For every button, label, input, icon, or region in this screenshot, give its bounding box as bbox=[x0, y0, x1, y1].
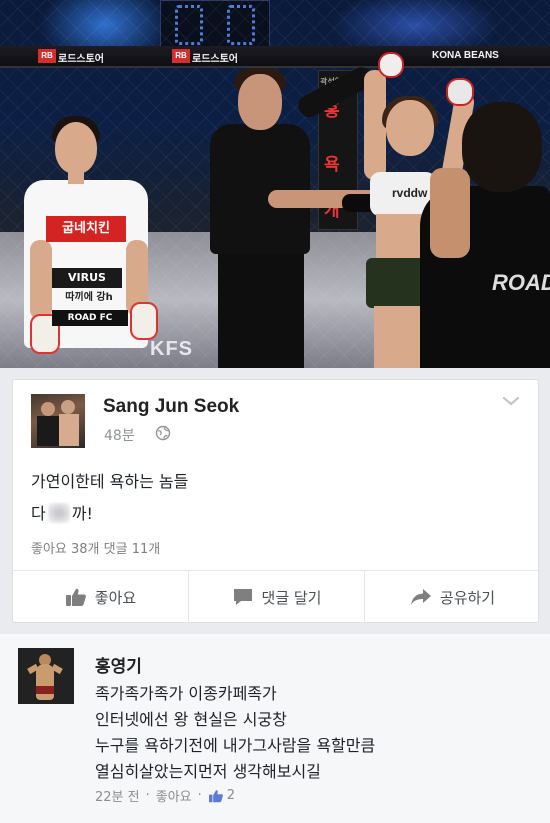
comment-label: 댓글 달기 bbox=[261, 588, 322, 607]
commenter-name[interactable]: 홍영기 bbox=[95, 652, 142, 677]
poster-name[interactable]: Sang Jun Seok bbox=[103, 396, 239, 418]
commenter-avatar[interactable] bbox=[18, 648, 74, 704]
fighter-left-neck bbox=[68, 170, 84, 184]
comment-button[interactable]: 댓글 달기 bbox=[189, 571, 365, 623]
thumbs-up-icon bbox=[208, 789, 223, 802]
top-sponsor: rvddw bbox=[392, 186, 428, 200]
comment-text-line: 족가족가족가 이종카페족가 bbox=[95, 684, 277, 703]
shirt-sponsor: 굽네치킨 bbox=[46, 216, 126, 242]
post-text-line: 가연이한테 욕하는 놈들 bbox=[31, 472, 189, 491]
globe-icon bbox=[155, 425, 171, 441]
comment-text-line: 누구를 욕하기전에 내가그사람을 욕할만큼 bbox=[95, 736, 376, 755]
comment-icon bbox=[233, 589, 252, 605]
fighter-right-head bbox=[386, 100, 434, 156]
share-button[interactable]: 공유하기 bbox=[365, 571, 540, 623]
censored-blur bbox=[47, 503, 70, 523]
chevron-down-icon[interactable] bbox=[501, 394, 521, 408]
comment-text-line: 열심히살았는지먼저 생각해보시길 bbox=[95, 762, 321, 781]
fighter-right-glove bbox=[446, 78, 474, 106]
comment-like-link[interactable]: 좋아요 bbox=[156, 786, 192, 805]
fighter-left-glove bbox=[130, 302, 158, 340]
shirt-sponsor: ROAD FC bbox=[52, 310, 128, 326]
rail-sponsor-text: 로드스토어 bbox=[58, 54, 104, 65]
thumbs-up-icon bbox=[65, 588, 86, 606]
post-actions-bar: 좋아요 댓글 달기 공유하기 bbox=[13, 571, 540, 623]
share-icon bbox=[410, 589, 431, 605]
fighter-left-arm bbox=[30, 240, 52, 320]
cameraman-head bbox=[462, 102, 542, 192]
post-text-fragment: 까! bbox=[71, 504, 93, 523]
rail-sponsor-text: KONA BEANS bbox=[432, 50, 499, 61]
share-label: 공유하기 bbox=[439, 588, 496, 607]
fight-photo: RB 로드스토어 RB 로드스토어 KONA BEANS 곽성억 홍 욕 개 K… bbox=[0, 0, 550, 368]
sponsor-logo: RB bbox=[38, 49, 56, 63]
floor-logo: KFS bbox=[150, 338, 193, 360]
fighter-right-glove bbox=[378, 52, 404, 78]
comment-text-line: 인터넷에선 왕 현실은 시궁창 bbox=[95, 710, 287, 729]
referee-legs bbox=[218, 250, 304, 368]
like-button[interactable]: 좋아요 bbox=[13, 571, 189, 623]
shirt-sponsor: 따끼에 강h bbox=[65, 292, 113, 303]
post-text-line: 다 까! bbox=[31, 500, 93, 524]
cameraman-arm bbox=[430, 168, 470, 258]
referee-head bbox=[238, 74, 282, 130]
sponsor-logo: RB bbox=[172, 49, 190, 63]
separator-dot: · bbox=[197, 788, 202, 803]
post-timestamp[interactable]: 48분 bbox=[104, 425, 135, 445]
referee-body bbox=[210, 124, 310, 254]
like-count-value: 2 bbox=[226, 788, 236, 803]
comment-item: 홍영기 족가족가족가 이종카페족가 인터넷에선 왕 현실은 시궁창 누구를 욕하… bbox=[0, 634, 550, 823]
rail-sponsor-text: 로드스토어 bbox=[192, 54, 238, 65]
cameraman-shirt-text: ROAD bbox=[492, 270, 550, 295]
banner-char: 욕 bbox=[324, 155, 340, 175]
fighter-left-head bbox=[55, 122, 97, 174]
post-text-fragment: 다 bbox=[31, 504, 46, 523]
comment-meta: 22분 전 · 좋아요 · 2 bbox=[95, 786, 235, 805]
reaction-stats[interactable]: 좋아요 38개 댓글 11개 bbox=[31, 538, 160, 557]
like-label: 좋아요 bbox=[94, 588, 137, 607]
comment-like-count[interactable]: 2 bbox=[208, 788, 235, 803]
separator-dot: · bbox=[145, 788, 150, 803]
poster-avatar[interactable] bbox=[31, 394, 85, 448]
comment-timestamp[interactable]: 22분 전 bbox=[95, 786, 140, 805]
shirt-sponsor: VIRUS bbox=[52, 268, 122, 288]
facebook-post: Sang Jun Seok 48분 가연이한테 욕하는 놈들 다 까! 좋아요 3… bbox=[12, 379, 540, 623]
